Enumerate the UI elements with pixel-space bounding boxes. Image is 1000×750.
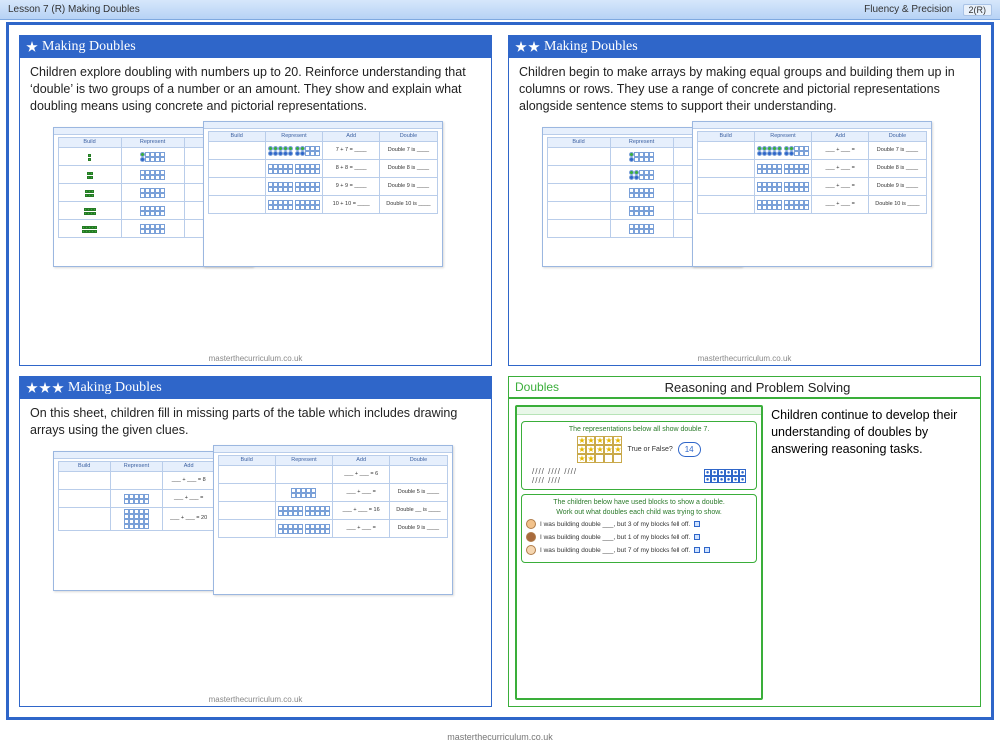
task-prompt: The representations below all show doubl… bbox=[526, 426, 752, 433]
worksheet-preview: BuildRepresentAddDouble 7 + 7 = ____Doub… bbox=[203, 121, 443, 267]
worksheet-table: BuildRepresentAddDouble ___ + ___ = Doub… bbox=[697, 131, 927, 214]
tally-icon: //// //// //////// //// bbox=[532, 467, 577, 485]
card-description: Children continue to develop their under… bbox=[771, 405, 974, 700]
card-description: Children begin to make arrays by making … bbox=[519, 64, 970, 115]
face-icon bbox=[526, 519, 536, 529]
strand-label: Fluency & Precision bbox=[864, 4, 952, 15]
stars-array-icon bbox=[577, 436, 622, 463]
worksheet-previews: BuildRepresentAddDouble ___ + ___ = 8 __… bbox=[53, 445, 459, 595]
card-body: On this sheet, children fill in missing … bbox=[20, 399, 491, 695]
cube-icon bbox=[704, 547, 710, 553]
child-statement: I was building double ___, but 3 of my b… bbox=[526, 519, 752, 529]
card-body: Children explore doubling with numbers u… bbox=[20, 58, 491, 354]
card-description: On this sheet, children fill in missing … bbox=[30, 405, 481, 439]
card-3-star: Making Doubles On this sheet, children f… bbox=[19, 376, 492, 707]
card-footer-site: masterthecurriculum.co.uk bbox=[20, 695, 491, 706]
card-header: Making Doubles bbox=[509, 36, 980, 58]
worksheet-previews: BuildRepresentAdd 1 + 1 = 2 2 + 2 = bbox=[542, 121, 948, 271]
top-bar: Lesson 7 (R) Making Doubles Fluency & Pr… bbox=[0, 0, 1000, 20]
child-statement: I was building double ___, but 7 of my b… bbox=[526, 545, 752, 555]
face-icon bbox=[526, 545, 536, 555]
page-footer-site: masterthecurriculum.co.uk bbox=[0, 732, 1000, 742]
card-title: Making Doubles bbox=[68, 380, 162, 396]
worksheet-preview: BuildRepresentAddDouble ___ + ___ = 6 __… bbox=[213, 445, 453, 595]
cube-icon bbox=[694, 547, 700, 553]
card-grid: Making Doubles Children explore doubling… bbox=[19, 35, 981, 707]
true-false-label: True or False? bbox=[627, 446, 672, 453]
card-header: Making Doubles bbox=[20, 377, 491, 399]
task-prompt: The children below have used blocks to s… bbox=[526, 499, 752, 506]
thought-bubble: 14 bbox=[678, 442, 701, 457]
card-subtitle: Reasoning and Problem Solving bbox=[541, 380, 974, 395]
reasoning-task-1: The representations below all show doubl… bbox=[521, 421, 757, 490]
cube-icon bbox=[694, 521, 700, 527]
lesson-code-badge: 2(R) bbox=[963, 4, 993, 16]
worksheet-table: BuildRepresentAddDouble 7 + 7 = ____Doub… bbox=[208, 131, 438, 214]
task-prompt: Work out what doubles each child was try… bbox=[526, 509, 752, 516]
star-icon bbox=[26, 41, 38, 53]
card-1-star: Making Doubles Children explore doubling… bbox=[19, 35, 492, 366]
card-footer-site: masterthecurriculum.co.uk bbox=[20, 354, 491, 365]
card-body: Children begin to make arrays by making … bbox=[509, 58, 980, 354]
card-header: Doubles Reasoning and Problem Solving bbox=[509, 377, 980, 399]
star-icon bbox=[515, 41, 540, 53]
worksheet-table: BuildRepresentAddDouble ___ + ___ = 6 __… bbox=[218, 455, 448, 538]
card-2-star: Making Doubles Children begin to make ar… bbox=[508, 35, 981, 366]
worksheet-preview: BuildRepresentAddDouble ___ + ___ = Doub… bbox=[692, 121, 932, 267]
child-statement: I was building double ___, but 1 of my b… bbox=[526, 532, 752, 542]
lesson-title: Lesson 7 (R) Making Doubles bbox=[8, 4, 140, 15]
card-description: Children explore doubling with numbers u… bbox=[30, 64, 481, 115]
card-body: The representations below all show doubl… bbox=[509, 399, 980, 706]
reasoning-preview: The representations below all show doubl… bbox=[515, 405, 763, 700]
card-footer-site: masterthecurriculum.co.uk bbox=[509, 354, 980, 365]
card-reasoning: Doubles Reasoning and Problem Solving Th… bbox=[508, 376, 981, 707]
slide-page: Lesson 7 (R) Making Doubles Fluency & Pr… bbox=[0, 0, 1000, 750]
card-header: Making Doubles bbox=[20, 36, 491, 58]
reasoning-task-2: The children below have used blocks to s… bbox=[521, 494, 757, 563]
content-frame: Making Doubles Children explore doubling… bbox=[6, 22, 994, 720]
card-title: Making Doubles bbox=[544, 39, 638, 55]
worksheet-previews: BuildRepresentAdd 1 + 1 = 2 2 + 2 = 3 + … bbox=[53, 121, 459, 271]
star-icon bbox=[26, 382, 64, 394]
card-title: Making Doubles bbox=[42, 39, 136, 55]
cube-icon bbox=[694, 534, 700, 540]
face-icon bbox=[526, 532, 536, 542]
dot-array-icon bbox=[704, 469, 746, 483]
